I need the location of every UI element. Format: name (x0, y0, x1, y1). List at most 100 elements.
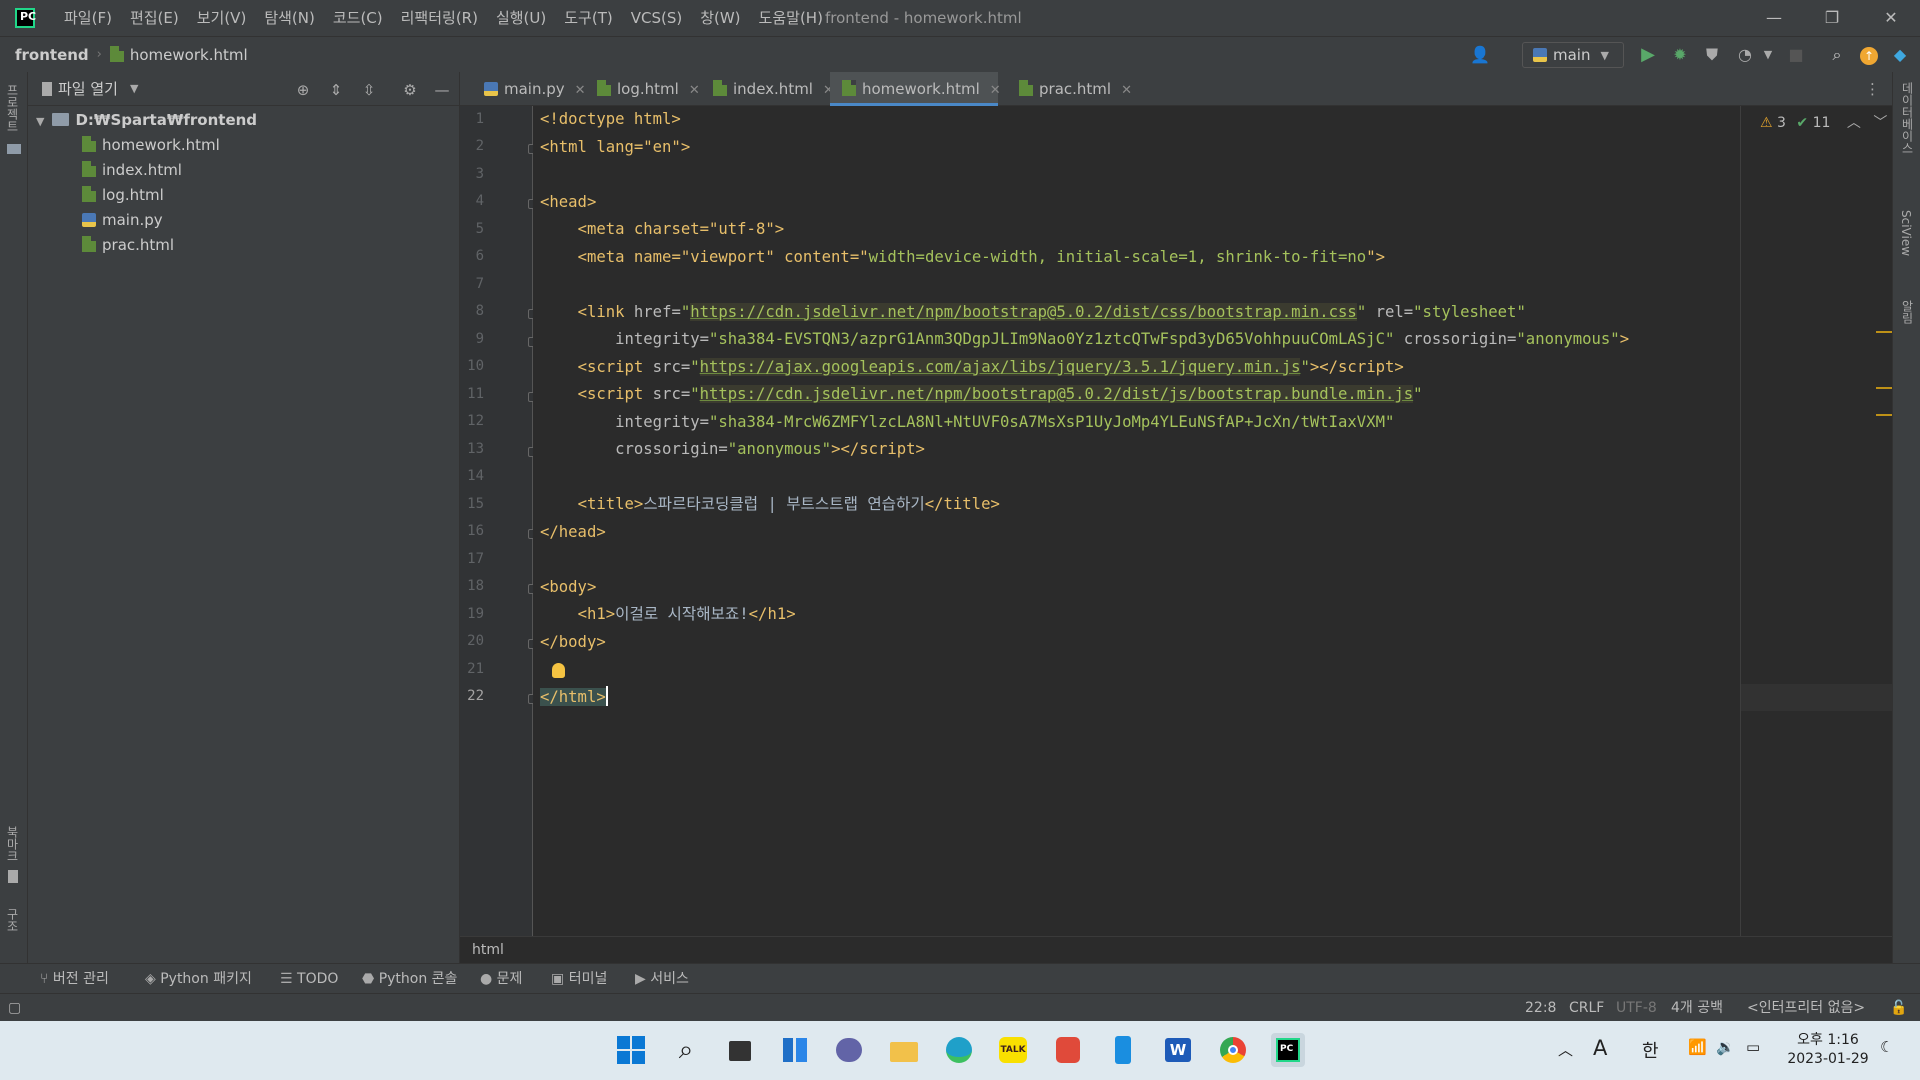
gear-icon[interactable]: ⚙ (400, 80, 420, 100)
wifi-icon[interactable]: 📶 (1688, 1038, 1707, 1056)
run-icon[interactable]: ▶ (1636, 43, 1660, 67)
breadcrumb-html-element[interactable]: html (472, 942, 504, 958)
close-tab-icon[interactable]: ✕ (990, 83, 1001, 98)
tab-homework-html[interactable]: homework.html ✕ (830, 72, 1001, 106)
tab-index-html[interactable]: index.html ✕ (701, 72, 834, 106)
volume-icon[interactable]: 🔉 (1716, 1038, 1735, 1056)
kakaotalk-icon[interactable]: TALK (996, 1033, 1030, 1067)
caret-position[interactable]: 22:8 (1525, 994, 1556, 1022)
chat-icon[interactable] (832, 1033, 866, 1067)
tool-version-control[interactable]: ⑂ 버전 관리 (40, 964, 109, 994)
tool-problems[interactable]: ● 문제 (480, 964, 522, 994)
breadcrumb-project[interactable]: frontend (15, 46, 89, 64)
file-explorer-icon[interactable] (887, 1033, 921, 1067)
task-view-icon[interactable] (723, 1033, 757, 1067)
jetbrains-toolbox-icon[interactable]: ◆ (1888, 43, 1912, 67)
tool-services[interactable]: ▶ 서비스 (635, 964, 689, 994)
stop-icon[interactable]: ■ (1784, 43, 1808, 67)
database-tool-button[interactable]: 데이터베이스 (1899, 82, 1916, 154)
warning-marker[interactable] (1876, 414, 1892, 416)
tool-python-packages[interactable]: ◈ Python 패키지 (145, 964, 252, 994)
sciview-tool-button[interactable]: SciView (1899, 210, 1913, 256)
search-icon[interactable]: ⌕ (1825, 43, 1849, 67)
lock-icon[interactable]: 🔓 (1890, 994, 1907, 1022)
tool-python-console[interactable]: ⬣ Python 콘솔 (362, 964, 457, 994)
previous-problem-icon[interactable]: ︿ (1847, 115, 1861, 131)
coverage-icon[interactable]: ⛊ (1700, 43, 1724, 67)
close-tab-icon[interactable]: ✕ (1121, 83, 1132, 98)
warning-marker[interactable] (1876, 387, 1892, 389)
windows-start-icon[interactable] (614, 1033, 648, 1067)
search-icon[interactable]: ⌕ (669, 1033, 703, 1067)
chevron-up-icon[interactable]: ︿ (1558, 1039, 1573, 1060)
project-tool-button[interactable]: 프로젝트 (4, 84, 21, 132)
tree-file-log[interactable]: log.html (82, 183, 164, 208)
structure-tool-button[interactable]: 구조 (4, 908, 21, 932)
user-icon[interactable]: 👤 (1468, 43, 1492, 67)
chevron-down-icon[interactable]: ▼ (36, 115, 44, 128)
edge-browser-icon[interactable] (942, 1033, 976, 1067)
debug-icon[interactable]: ✹ (1668, 43, 1692, 67)
code-url[interactable]: https://cdn.jsdelivr.net/npm/bootstrap@5… (690, 302, 1357, 321)
minimize-icon[interactable]: — (1745, 0, 1803, 36)
tree-root-folder[interactable]: ▼ D:₩Sparta₩frontend (36, 108, 257, 133)
pdf-app-icon[interactable] (1051, 1033, 1085, 1067)
bookmarks-tool-button[interactable]: 북마크 (4, 826, 21, 862)
close-tab-icon[interactable]: ✕ (575, 83, 586, 98)
tab-log-html[interactable]: log.html ✕ (585, 72, 700, 106)
expand-all-icon[interactable]: ⇕ (326, 80, 346, 100)
clock-time[interactable]: 오후 1:16 (1788, 1029, 1868, 1049)
menu-navigate[interactable]: 탐색(N) (255, 0, 324, 36)
menu-vcs[interactable]: VCS(S) (622, 0, 691, 36)
code-url[interactable]: https://cdn.jsdelivr.net/npm/bootstrap@5… (699, 385, 1414, 403)
menu-refactor[interactable]: 리팩터링(R) (392, 0, 487, 36)
breadcrumb-file[interactable]: homework.html (109, 45, 248, 64)
profile-icon[interactable]: ◔ (1733, 43, 1757, 67)
battery-icon[interactable]: ▭ (1746, 1038, 1760, 1056)
widgets-icon[interactable] (778, 1033, 812, 1067)
tool-terminal[interactable]: ▣ 터미널 (551, 964, 607, 994)
menu-window[interactable]: 창(W) (691, 0, 749, 36)
update-icon[interactable]: ↑ (1857, 43, 1881, 67)
pycharm-logo-icon[interactable]: PC (15, 8, 36, 28)
code-url[interactable]: https://ajax.googleapis.com/ajax/libs/jq… (699, 357, 1301, 376)
menu-code[interactable]: 코드(C) (324, 0, 392, 36)
menu-tools[interactable]: 도구(T) (555, 0, 621, 36)
clock-date[interactable]: 2023-01-29 (1786, 1051, 1870, 1067)
word-icon[interactable]: W (1161, 1033, 1195, 1067)
close-icon[interactable]: ✕ (1862, 0, 1920, 36)
chrome-icon[interactable] (1216, 1033, 1250, 1067)
tab-prac-html[interactable]: prac.html ✕ (1007, 72, 1132, 106)
close-tab-icon[interactable]: ✕ (689, 83, 700, 98)
chevron-down-icon[interactable]: ▼ (130, 82, 138, 95)
tree-file-main[interactable]: main.py (82, 208, 163, 233)
ime-mode-hangul[interactable]: 한 (1642, 1037, 1659, 1063)
menu-help[interactable]: 도움말(H) (750, 0, 832, 36)
pycharm-taskbar-icon[interactable]: PC (1271, 1033, 1305, 1067)
more-tabs-icon[interactable]: ⋮ (1865, 80, 1880, 98)
menu-edit[interactable]: 편집(E) (121, 0, 188, 36)
locate-icon[interactable]: ⊕ (293, 80, 313, 100)
tree-file-prac[interactable]: prac.html (82, 233, 174, 258)
lightbulb-icon[interactable] (552, 663, 565, 678)
file-encoding[interactable]: UTF-8 (1616, 994, 1657, 1022)
warning-marker[interactable] (1876, 331, 1892, 333)
inspection-widget[interactable]: ⚠ 3 ✔ 11 ︿ ﹀ (1760, 112, 1887, 132)
menu-view[interactable]: 보기(V) (188, 0, 256, 36)
next-problem-icon[interactable]: ﹀ (1873, 115, 1887, 131)
tree-file-index[interactable]: index.html (82, 158, 182, 183)
interpreter-selector[interactable]: <인터프리터 없음> (1747, 994, 1865, 1022)
focus-moon-icon[interactable]: ☾ (1880, 1038, 1893, 1056)
project-view-title[interactable]: 파일 열기 (58, 78, 118, 99)
tool-todo[interactable]: ☰ TODO (280, 964, 338, 994)
toggle-tool-windows-icon[interactable]: ▢ (8, 994, 21, 1022)
tab-main-py[interactable]: main.py ✕ (472, 72, 586, 106)
tree-file-homework[interactable]: homework.html (82, 133, 220, 158)
indent-setting[interactable]: 4개 공백 (1671, 994, 1723, 1022)
code-editor[interactable]: <!doctype html> <html lang="en"> <head> … (533, 106, 1740, 936)
menu-file[interactable]: 파일(F) (55, 0, 121, 36)
collapse-all-icon[interactable]: ⇳ (359, 80, 379, 100)
hide-panel-icon[interactable]: — (432, 80, 452, 100)
run-config-select[interactable]: main ▼ (1522, 42, 1624, 68)
notifications-tool-button[interactable]: 알림 (1899, 300, 1916, 324)
